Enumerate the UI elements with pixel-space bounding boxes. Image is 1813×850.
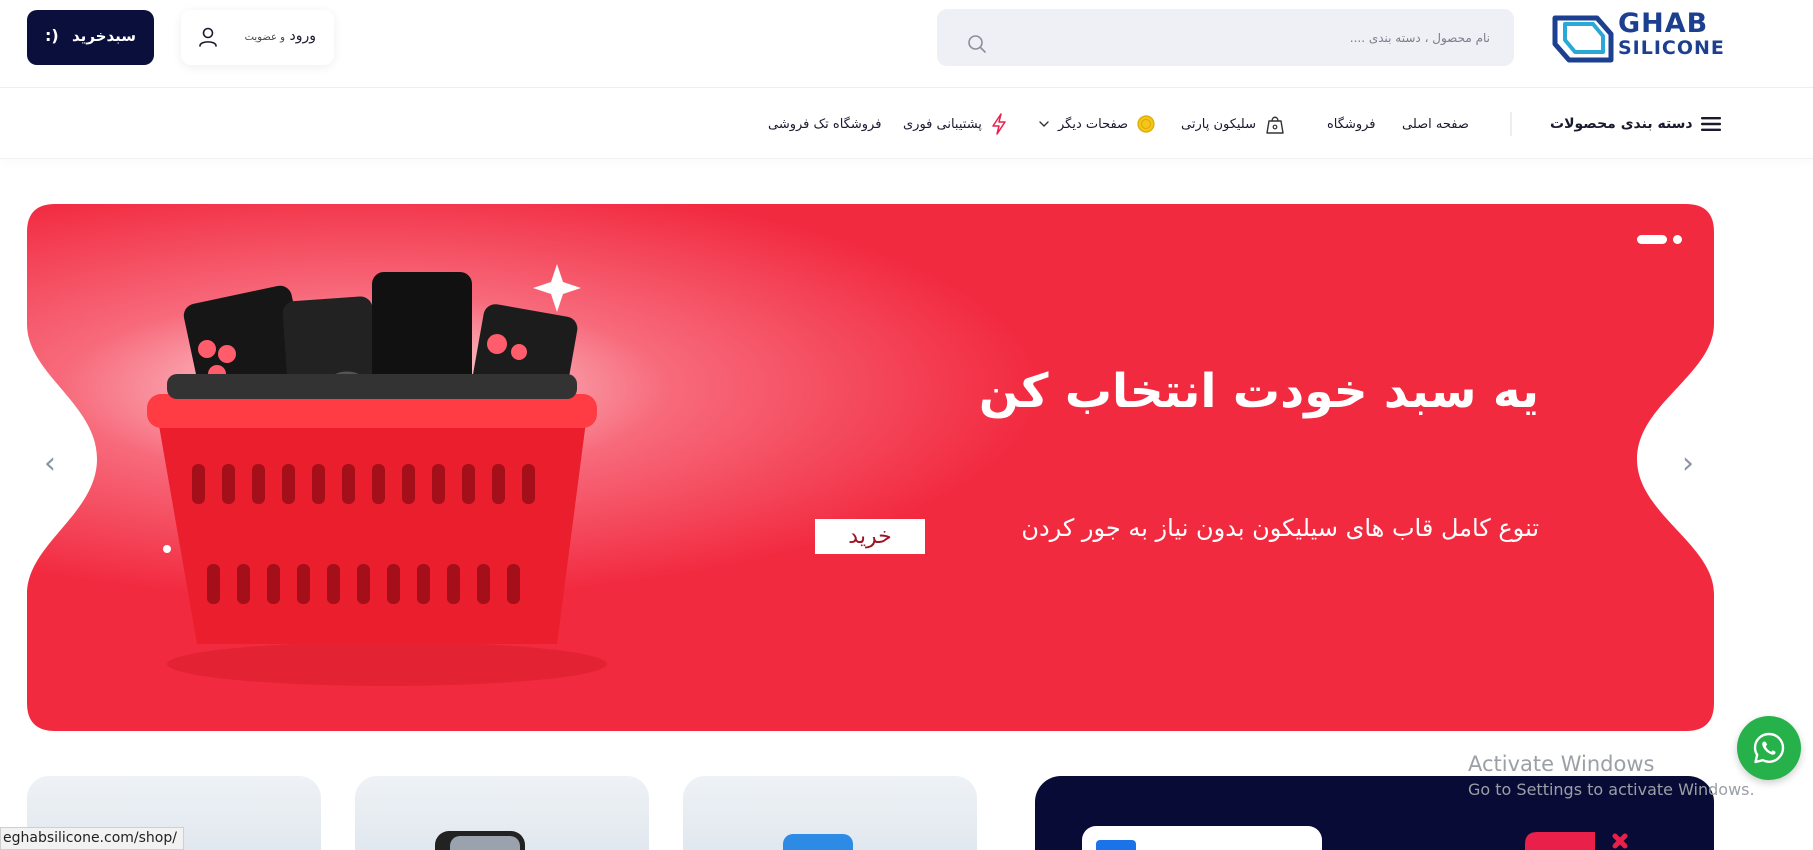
promo-blue-tag (1096, 840, 1136, 850)
nav-item-support[interactable]: پشتیبانی فوری (903, 111, 1008, 137)
login-small-text: و عضویت (244, 32, 286, 43)
chevron-left-icon[interactable]: ‹ (35, 444, 65, 484)
product-card[interactable] (683, 776, 977, 850)
slide-subtitle: تنوع کامل قاب های سیلیکون بدون نیاز به ج… (1021, 514, 1539, 542)
nav-item-label: صفحه اصلی (1402, 116, 1469, 132)
site-header: GHAB SILICONE ورود و عضویت :) سبدخرید (0, 0, 1813, 88)
whatsapp-button[interactable] (1737, 716, 1801, 780)
page: GHAB SILICONE ورود و عضویت :) سبدخرید (0, 0, 1813, 850)
logo-text: GHAB SILICONE (1618, 8, 1725, 60)
cart-smile-icon: :) (45, 26, 59, 45)
logo-mark-icon (1552, 15, 1614, 63)
bag-icon (1266, 116, 1284, 134)
product-basket-image (147, 264, 607, 686)
search-icon[interactable] (967, 34, 987, 54)
hamburger-menu-icon (1700, 117, 1721, 131)
lightning-icon (992, 113, 1006, 135)
search-box (937, 9, 1514, 66)
whatsapp-icon (1753, 732, 1785, 764)
user-icon (199, 27, 217, 47)
logo-line-1: GHAB (1618, 8, 1709, 39)
product-image (435, 831, 525, 850)
logo-line-2: SILICONE (1618, 37, 1725, 59)
nav-item-other-pages[interactable]: صفحات دیگر (1038, 111, 1156, 137)
product-image (783, 834, 853, 850)
cart-button[interactable]: :) سبدخرید (27, 10, 154, 65)
watermark-subtitle: Go to Settings to activate Windows. (1468, 780, 1755, 799)
nav-item-label: پشتیبانی فوری (903, 116, 982, 132)
slider-dots (1637, 234, 1682, 244)
slider-dot-active[interactable] (1637, 234, 1667, 244)
coin-icon (1137, 115, 1155, 133)
nav-categories[interactable]: دسته بندی محصولات (1550, 111, 1721, 137)
nav-item-label: فروشگاه تک فروشی (768, 116, 882, 132)
slide-title: یه سبد خودت انتخاب کن (978, 364, 1540, 419)
nav-separator (1510, 112, 1512, 136)
nav-item-silicone-party[interactable]: سلیکون پارتی (1181, 111, 1286, 137)
promo-badge-image (1525, 832, 1628, 850)
nav-item-shop[interactable]: فروشگاه (1327, 111, 1376, 137)
chevron-down-icon (1039, 121, 1049, 127)
login-text: ورود (289, 28, 316, 44)
site-logo[interactable]: GHAB SILICONE (1545, 10, 1724, 65)
promo-product-box (1082, 826, 1322, 850)
login-label: ورود و عضویت (245, 28, 316, 44)
nav-item-label: فروشگاه (1327, 116, 1376, 132)
status-bar-url: eghabsilicone.com/shop/ (0, 827, 184, 850)
nav-item-label: صفحات دیگر (1058, 116, 1129, 132)
chevron-right-icon[interactable]: › (1673, 444, 1703, 484)
slider-dot[interactable] (1673, 234, 1682, 244)
search-input[interactable] (1010, 27, 1490, 49)
product-card[interactable] (355, 776, 649, 850)
nav-item-retail-shop[interactable]: فروشگاه تک فروشی (768, 111, 881, 137)
nav-item-home[interactable]: صفحه اصلی (1402, 111, 1469, 137)
hero-slider: یه سبد خودت انتخاب کن تنوع کامل قاب های … (27, 204, 1714, 731)
nav-item-label: سلیکون پارتی (1181, 116, 1257, 132)
slide-buy-button[interactable]: خرید (815, 519, 925, 554)
cart-label: سبدخرید (72, 27, 136, 45)
main-nav: دسته بندی محصولات صفحه اصلی فروشگاه سلیک… (0, 89, 1813, 159)
watermark-title: Activate Windows (1468, 752, 1655, 776)
windows-activation-watermark: Activate Windows Go to Settings to activ… (1468, 752, 1755, 799)
nav-categories-label: دسته بندی محصولات (1550, 116, 1693, 132)
login-button[interactable]: ورود و عضویت (181, 10, 334, 65)
